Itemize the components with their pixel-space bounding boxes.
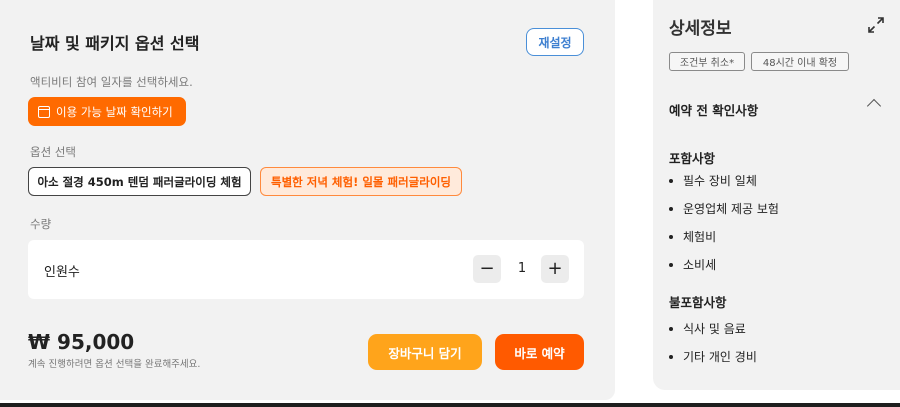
list-item: 체험비	[669, 228, 716, 245]
expand-icon[interactable]	[868, 17, 884, 33]
option-chip-sunset[interactable]: 특별한 저녁 체험! 일몰 패러글라이딩	[260, 167, 462, 196]
list-item: 필수 장비 일체	[669, 172, 757, 189]
add-to-cart-button[interactable]: 장바구니 담기	[368, 334, 482, 370]
bullet-icon	[669, 206, 673, 211]
option-label: 옵션 선택	[30, 145, 76, 159]
increase-button[interactable]: +	[541, 255, 569, 283]
reset-button[interactable]: 재설정	[526, 28, 584, 56]
included-title: 포함사항	[669, 151, 716, 166]
chevron-up-icon[interactable]	[866, 98, 882, 114]
check-dates-button[interactable]: 이용 가능 날짜 확인하기	[28, 97, 186, 126]
list-item-label: 기타 개인 경비	[683, 350, 757, 364]
total-price: ₩ 95,000	[28, 330, 135, 354]
bullet-icon	[669, 234, 673, 239]
list-item: 소비세	[669, 256, 716, 273]
bullet-icon	[669, 354, 673, 359]
list-item: 기타 개인 경비	[669, 348, 757, 365]
bullet-icon	[669, 178, 673, 183]
date-hint: 액티비티 참여 일자를 선택하세요.	[30, 75, 193, 89]
bullet-icon	[669, 262, 673, 267]
list-item: 운영업체 제공 보험	[669, 200, 779, 217]
option-selection-panel: 날짜 및 패키지 옵션 선택 재설정 액티비티 참여 일자를 선택하세요. 이용…	[0, 0, 615, 400]
list-item: 식사 및 음료	[669, 320, 746, 337]
detail-panel: 상세정보 조건부 취소* 48시간 이내 확정 예약 전 확인사항 포함사항 필…	[653, 0, 900, 390]
check-dates-label: 이용 가능 날짜 확인하기	[56, 104, 173, 119]
list-item-label: 필수 장비 일체	[683, 174, 757, 188]
price-note: 계속 진행하려면 옵션 선택을 완료해주세요.	[28, 359, 201, 370]
book-now-button[interactable]: 바로 예약	[495, 334, 584, 370]
detail-title: 상세정보	[669, 19, 732, 39]
bullet-icon	[669, 326, 673, 331]
list-item-label: 식사 및 음료	[683, 322, 746, 336]
quantity-item-name: 인원수	[44, 265, 80, 280]
calendar-icon	[38, 105, 50, 118]
excluded-title: 불포함사항	[669, 295, 727, 310]
list-item-label: 체험비	[683, 230, 717, 244]
option-chip-tandem[interactable]: 아소 절경 450m 텐덤 패러글라이딩 체험	[28, 167, 251, 196]
quantity-value: 1	[517, 261, 527, 276]
confirm-time-tag: 48시간 이내 확정	[751, 52, 849, 71]
bottom-divider	[0, 403, 900, 407]
cancel-policy-tag: 조건부 취소*	[669, 52, 745, 71]
decrease-button[interactable]: −	[473, 255, 501, 283]
quantity-label: 수량	[30, 217, 52, 231]
precheck-title[interactable]: 예약 전 확인사항	[669, 100, 758, 119]
section-title: 날짜 및 패키지 옵션 선택	[30, 34, 200, 53]
list-item-label: 소비세	[683, 258, 717, 272]
quantity-row: 인원수 − 1 +	[28, 240, 584, 299]
list-item-label: 운영업체 제공 보험	[683, 202, 779, 216]
